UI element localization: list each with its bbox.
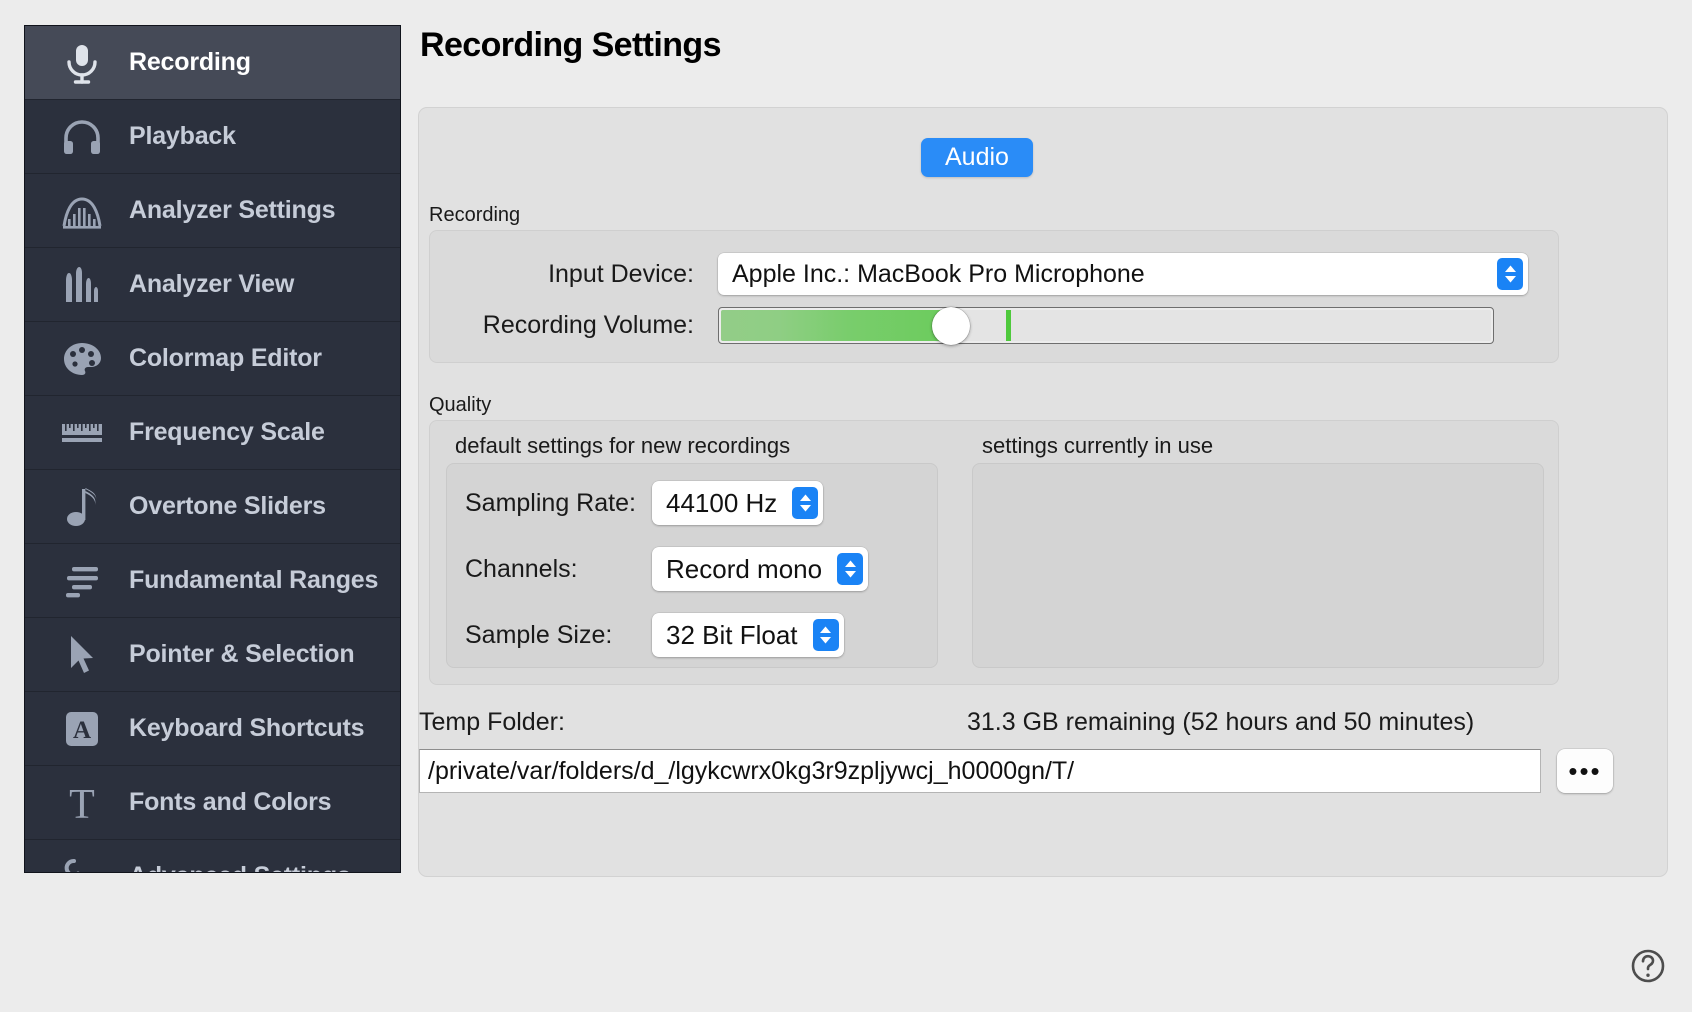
input-device-label: Input Device: [548, 259, 694, 288]
sidebar-item-recording[interactable]: Recording [25, 26, 400, 100]
sidebar-item-label: Recording [129, 48, 251, 76]
recording-group-box: Input Device: Apple Inc.: MacBook Pro Mi… [429, 230, 1559, 363]
sampling-rate-row: Sampling Rate: 44100 Hz [465, 481, 824, 525]
recording-group-label: Recording [429, 204, 521, 226]
input-device-select[interactable]: Apple Inc.: MacBook Pro Microphone [718, 253, 1528, 295]
temp-folder-path-input[interactable]: /private/var/folders/d_/lgykcwrx0kg3r9zp… [419, 749, 1541, 793]
tab-view: Audio Recording Input Device: Apple Inc.… [418, 90, 1668, 877]
sidebar-item-advanced-settings[interactable]: Advanced Settings [25, 840, 400, 872]
sampling-rate-select[interactable]: 44100 Hz [652, 481, 824, 525]
spectrum-curve-icon [55, 184, 109, 238]
wrench-icon [55, 850, 109, 872]
recording-volume-slider[interactable] [718, 306, 1494, 345]
in-use-panel [972, 463, 1544, 668]
sidebar-item-analyzer-settings[interactable]: Analyzer Settings [25, 174, 400, 248]
sidebar-item-colormap-editor[interactable]: Colormap Editor [25, 322, 400, 396]
volume-slider-knob[interactable] [932, 306, 971, 345]
sidebar-item-label: Fonts and Colors [129, 788, 332, 816]
svg-text:A: A [73, 717, 91, 744]
sample-size-label: Sample Size: [465, 620, 613, 649]
sampling-rate-label: Sampling Rate: [465, 488, 636, 517]
sidebar-item-overtone-sliders[interactable]: Overtone Sliders [25, 470, 400, 544]
channels-select[interactable]: Record mono [652, 547, 869, 591]
sidebar-item-keyboard-shortcuts[interactable]: A Keyboard Shortcuts [25, 692, 400, 766]
channels-label: Channels: [465, 554, 578, 583]
palette-icon [55, 332, 109, 386]
page-title: Recording Settings [420, 26, 722, 64]
bar-lines-icon [55, 554, 109, 608]
help-button[interactable] [1626, 946, 1670, 990]
ruler-icon [55, 406, 109, 460]
slider-track [721, 310, 1491, 341]
cursor-arrow-icon [55, 628, 109, 682]
defaults-panel: Sampling Rate: 44100 Hz Channels: Record… [446, 463, 938, 668]
stepper-arrows-icon[interactable] [812, 619, 839, 651]
sidebar-item-label: Analyzer Settings [129, 196, 336, 224]
keycap-a-icon: A [55, 702, 109, 756]
temp-folder-label: Temp Folder: [419, 708, 565, 736]
sidebar-item-label: Frequency Scale [129, 418, 325, 446]
volume-level-meter [721, 310, 952, 341]
stepper-arrows-icon[interactable] [1497, 258, 1523, 290]
input-device-value: Apple Inc.: MacBook Pro Microphone [732, 259, 1145, 288]
question-mark-circle-icon [1629, 947, 1667, 990]
in-use-caption: settings currently in use [982, 433, 1214, 458]
settings-sidebar: Recording Playback Analyzer Settings Ana… [24, 25, 401, 873]
sidebar-item-pointer-selection[interactable]: Pointer & Selection [25, 618, 400, 692]
channels-row: Channels: Record mono [465, 547, 869, 591]
recording-volume-row: Recording Volume: [430, 306, 1530, 345]
defaults-caption: default settings for new recordings [455, 433, 791, 458]
sidebar-item-playback[interactable]: Playback [25, 100, 400, 174]
sidebar-item-label: Keyboard Shortcuts [129, 714, 365, 742]
sampling-rate-value: 44100 Hz [666, 487, 778, 518]
tab-panel-audio: Recording Input Device: Apple Inc.: MacB… [418, 107, 1668, 877]
microphone-icon [55, 36, 109, 90]
sidebar-item-fundamental-ranges[interactable]: Fundamental Ranges [25, 544, 400, 618]
svg-text:T: T [69, 782, 95, 824]
tab-audio[interactable]: Audio [921, 138, 1033, 177]
input-device-row: Input Device: Apple Inc.: MacBook Pro Mi… [430, 253, 1530, 295]
music-note-icon [55, 480, 109, 534]
disk-remaining-status: 31.3 GB remaining (52 hours and 50 minut… [967, 708, 1475, 736]
sidebar-item-label: Fundamental Ranges [129, 566, 379, 594]
sidebar-item-frequency-scale[interactable]: Frequency Scale [25, 396, 400, 470]
main-content: Recording Settings Audio Recording Input… [418, 20, 1668, 880]
sidebar-item-fonts-and-colors[interactable]: T Fonts and Colors [25, 766, 400, 840]
spectrum-bars-icon [55, 258, 109, 312]
stepper-arrows-icon[interactable] [792, 487, 819, 519]
browse-temp-folder-button[interactable]: ••• [1557, 749, 1613, 793]
volume-peak-indicator [1005, 310, 1011, 341]
recording-group: Recording Input Device: Apple Inc.: MacB… [429, 204, 1559, 363]
quality-group-label: Quality [429, 394, 492, 416]
channels-value: Record mono [666, 553, 823, 584]
sidebar-item-label: Playback [129, 122, 236, 150]
sample-size-value: 32 Bit Float [666, 619, 798, 650]
serif-t-icon: T [55, 776, 109, 830]
sidebar-item-analyzer-view[interactable]: Analyzer View [25, 248, 400, 322]
quality-group: Quality default settings for new recordi… [429, 394, 1559, 685]
headphones-icon [55, 110, 109, 164]
sidebar-item-label: Colormap Editor [129, 344, 322, 372]
recording-volume-label: Recording Volume: [482, 311, 694, 339]
stepper-arrows-icon[interactable] [837, 553, 864, 585]
sidebar-item-label: Analyzer View [129, 270, 295, 298]
quality-group-box: default settings for new recordings sett… [429, 420, 1559, 685]
sample-size-select[interactable]: 32 Bit Float [652, 613, 844, 657]
sample-size-row: Sample Size: 32 Bit Float [465, 613, 844, 657]
sidebar-item-label: Overtone Sliders [129, 492, 326, 520]
sidebar-item-label: Pointer & Selection [129, 640, 355, 668]
sidebar-item-label: Advanced Settings [129, 862, 351, 872]
